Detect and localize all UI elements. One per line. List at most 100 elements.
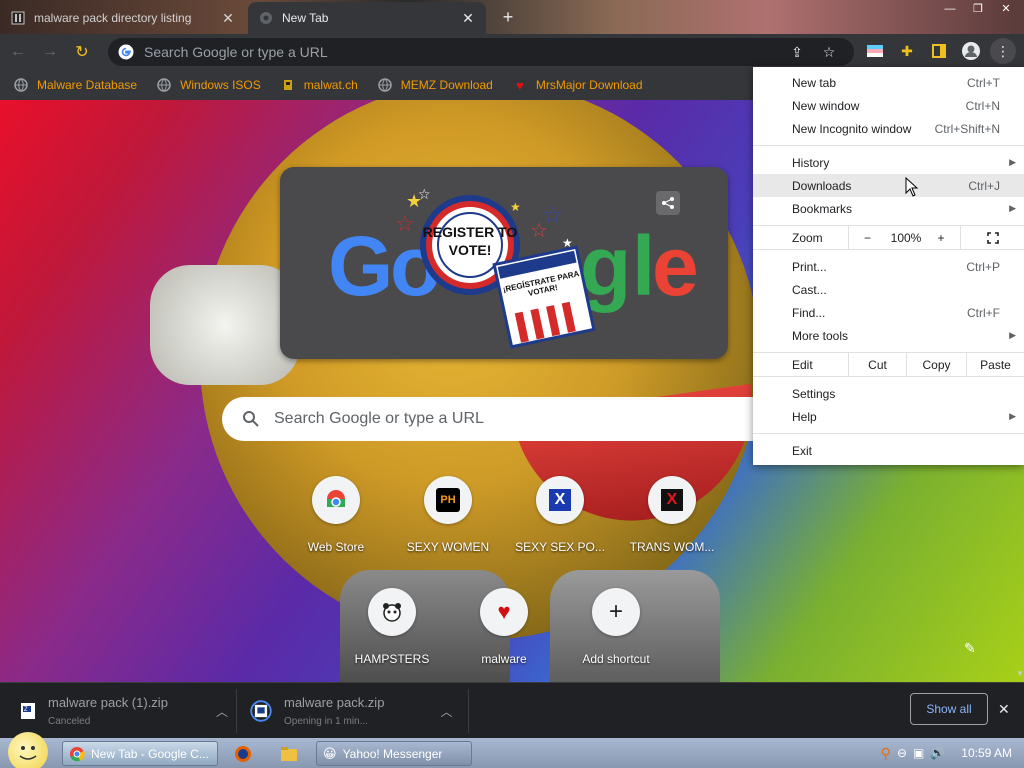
share-icon[interactable]: ⇪ [784,39,810,65]
menu-item-find[interactable]: Find... Ctrl+F [753,301,1024,324]
show-all-button[interactable]: Show all [910,693,988,725]
firefox-icon[interactable] [232,743,254,765]
minimize-icon[interactable]: — [938,2,962,16]
plus-icon: + [592,588,640,636]
menu-item-exit[interactable]: Exit [753,439,1024,462]
divider [468,689,469,733]
tab-new-tab[interactable]: New Tab ✕ [248,2,486,34]
edit-row: Edit Cut Copy Paste [753,353,1024,376]
zoom-in-button[interactable]: + [926,226,956,249]
shortcut-sexy-sex-po[interactable]: X SEXY SEX PO... [504,476,616,554]
star-icon[interactable]: ☆ [816,39,842,65]
close-icon[interactable]: ✕ [220,10,236,26]
profile-avatar-icon[interactable] [958,38,984,64]
webstore-icon [312,476,360,524]
bookmark-malwatch[interactable]: malwat.ch [281,73,366,97]
menu-item-new-window[interactable]: New window Ctrl+N [753,94,1024,117]
folder-icon[interactable] [278,743,300,765]
close-window-icon[interactable]: ✕ [994,2,1018,16]
submenu-arrow-icon: ▶ [1009,411,1016,421]
zoom-out-button[interactable]: − [848,226,886,249]
search-icon[interactable]: ⚲ [881,745,891,762]
menu-item-more-tools[interactable]: More tools ▶ [753,324,1024,347]
menu-item-label: History [792,155,830,170]
menu-item-label: New tab [792,75,837,90]
paste-button[interactable]: Paste [966,353,1024,376]
menu-item-history[interactable]: History ▶ [753,151,1024,174]
back-arrow-icon[interactable]: ← [4,38,32,66]
menu-divider [753,249,1024,250]
taskbar-item-label: New Tab - Google C... [91,746,209,761]
bookmark-mrsmajor-download[interactable]: ♥ MrsMajor Download [513,73,651,97]
menu-item-label: Cast... [792,282,827,297]
menu-item-bookmarks[interactable]: Bookmarks ▶ [753,197,1024,220]
shortcut-web-store[interactable]: Web Store [280,476,392,554]
volume-icon[interactable]: 🔊 [930,746,945,760]
shortcut-add[interactable]: + Add shortcut [560,588,672,666]
bookmark-label: malwat.ch [303,78,358,92]
chevron-up-icon[interactable]: ︿ [216,703,228,720]
menu-kebab-icon[interactable]: ⋮ [990,38,1016,64]
bookmark-malware-database[interactable]: Malware Database [14,73,145,97]
reload-icon[interactable]: ↻ [68,38,96,66]
cut-button[interactable]: Cut [848,353,906,376]
fullscreen-icon[interactable] [960,226,1024,249]
svg-text:★: ★ [510,200,521,214]
omnibox-placeholder: Search Google or type a URL [144,44,328,60]
omnibox[interactable]: Search Google or type a URL ⇪ ☆ [108,38,854,66]
flag-extension-icon[interactable] [862,38,888,64]
bookmark-windows-isos[interactable]: Windows ISOS [157,73,269,97]
download-item[interactable]: malware pack.zip Opening in 1 min... ︿ [250,683,460,739]
google-doodle[interactable]: G o g l e ★ ☆ ★ ☆ ☆ ☆ ★ REGISTER TO VOTE… [280,167,728,359]
shortcut-hampsters[interactable]: HAMPSTERS [336,588,448,666]
menu-item-print[interactable]: Print... Ctrl+P [753,255,1024,278]
chevron-up-icon[interactable]: ︿ [440,703,452,720]
network-icon[interactable]: ⊖ [897,746,907,760]
menu-item-new-tab[interactable]: New tab Ctrl+T [753,71,1024,94]
forward-arrow-icon[interactable]: → [36,38,64,66]
side-panel-icon[interactable] [926,38,952,64]
globe-icon [157,78,171,92]
shortcut-label: Add shortcut [582,652,650,666]
bookmark-memz-download[interactable]: MEMZ Download [378,73,501,97]
menu-item-cast[interactable]: Cast... [753,278,1024,301]
close-icon[interactable]: ✕ [998,701,1010,718]
display-icon[interactable]: ▣ [913,746,924,760]
close-icon[interactable]: ✕ [460,10,476,26]
extensions-puzzle-icon[interactable]: ✚ [894,38,920,64]
shortcut-trans-wom[interactable]: X TRANS WOM... [616,476,728,554]
menu-item-settings[interactable]: Settings [753,382,1024,405]
clock[interactable]: 10:59 AM [961,746,1012,760]
heart-icon: ♥ [515,77,524,93]
search-icon [243,411,259,427]
start-button[interactable] [8,732,48,768]
svg-text:G: G [328,219,393,313]
share-icon[interactable] [656,191,680,215]
download-item[interactable]: Z malware pack (1).zip Canceled ︿ [20,683,230,739]
shortcut-sexy-women[interactable]: PH SEXY WOMEN [392,476,504,554]
tab-strip: malware pack directory listing ✕ New Tab… [0,0,1024,34]
page-icon [10,10,26,26]
maximize-icon[interactable]: ❐ [966,2,990,16]
menu-item-downloads[interactable]: Downloads Ctrl+J [753,174,1024,197]
menu-item-label: Find... [792,305,826,320]
taskbar-item-chrome[interactable]: New Tab - Google C... [62,741,218,766]
shortcut-key: Ctrl+N [965,98,1000,113]
menu-item-label: Settings [792,386,836,401]
taskbar-item-yahoo-messenger[interactable]: 😀 Yahoo! Messenger [316,741,472,766]
ntp-search-box[interactable]: Search Google or type a URL [222,397,782,441]
new-tab-button[interactable]: + [498,8,518,28]
chrome-menu: New tab Ctrl+T New window Ctrl+N New Inc… [753,67,1024,465]
shortcut-malware[interactable]: ♥ malware [448,588,560,666]
divider [236,689,237,733]
doodle-text-register: REGISTER TO VOTE! [422,224,518,258]
copy-button[interactable]: Copy [906,353,966,376]
window-controls: — ❐ ✕ [938,2,1018,16]
menu-item-help[interactable]: Help ▶ [753,405,1024,428]
menu-item-new-incognito[interactable]: New Incognito window Ctrl+Shift+N [753,117,1024,140]
edit-label: Edit [792,357,813,372]
customize-pencil-icon[interactable]: ✎ [964,640,984,660]
tab-malware-pack[interactable]: malware pack directory listing ✕ [0,2,246,34]
download-status: Opening in 1 min... [284,716,368,727]
shortcut-key: Ctrl+T [967,75,1000,90]
